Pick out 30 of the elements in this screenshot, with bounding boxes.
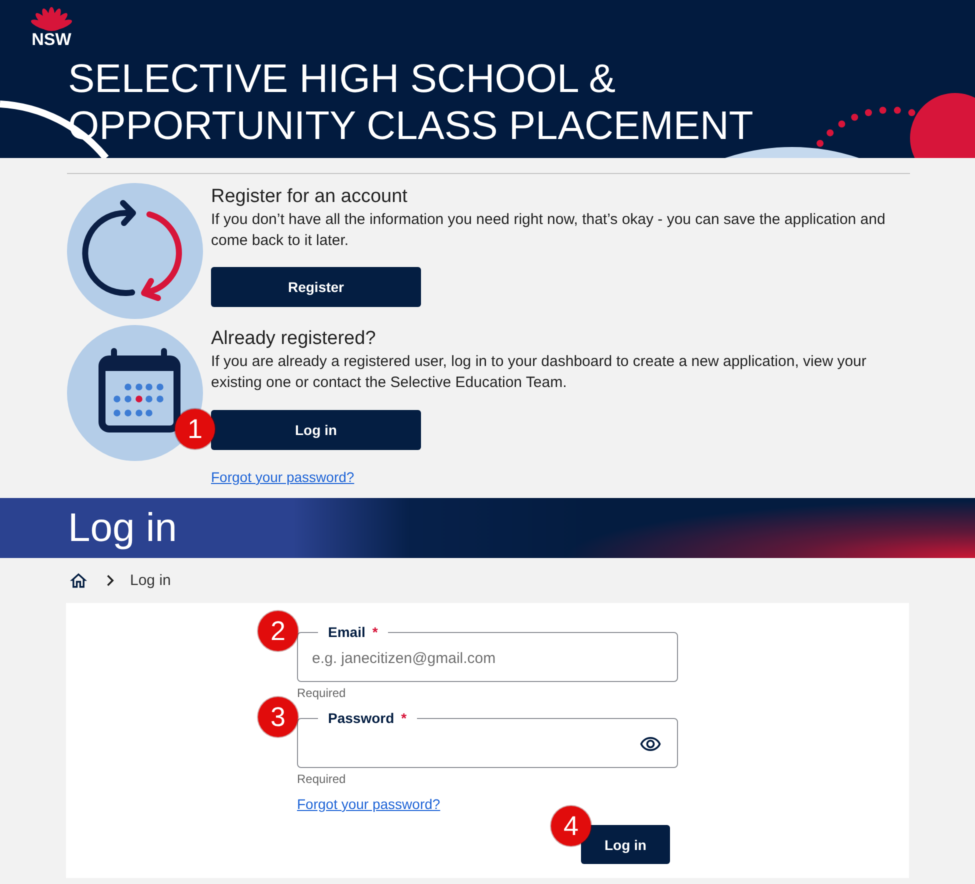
required-asterisk: * xyxy=(372,624,378,640)
email-input[interactable]: e.g. janecitizen@gmail.com xyxy=(312,641,663,675)
calendar-icon xyxy=(67,325,203,461)
banner-title: Log in xyxy=(68,505,177,552)
field-label: Password xyxy=(328,710,394,726)
register-button[interactable]: Register xyxy=(211,267,421,307)
step-marker: 3 xyxy=(258,697,298,737)
description: If you don’t have all the information you need right now, that’s okay - you can save the application and come back to it later. xyxy=(211,210,886,251)
circle-decoration xyxy=(910,93,975,158)
show-password-icon[interactable] xyxy=(640,737,661,751)
section-heading: Already registered? xyxy=(211,327,376,351)
chevron-icon xyxy=(107,575,114,586)
logo-text: NSW xyxy=(32,31,72,48)
step-marker: 4 xyxy=(551,806,591,846)
refresh-icon xyxy=(67,183,203,319)
breadcrumb-current: Log in xyxy=(130,572,171,589)
login-button[interactable]: Log in xyxy=(581,825,670,864)
waratah-icon xyxy=(30,5,73,31)
home-icon[interactable] xyxy=(70,573,87,588)
login-button[interactable]: Log in xyxy=(211,410,421,450)
required-asterisk: * xyxy=(401,710,407,726)
forgot-password-link[interactable]: Forgot your password? xyxy=(211,468,354,486)
section-heading: Register for an account xyxy=(211,185,408,209)
field-label: Email xyxy=(328,624,366,640)
step-marker: 2 xyxy=(258,611,298,651)
site-title: SELECTIVE HIGH SCHOOL & OPPORTUNITY CLASS PLACEMENT xyxy=(68,56,754,150)
field-hint: Required xyxy=(297,771,347,787)
field-hint: Required xyxy=(297,685,347,701)
description: If you are already a registered user, log in to your dashboard to create a new application, view your existing one or contact the Selective Education Team. xyxy=(211,352,868,393)
forgot-password-link[interactable]: Forgot your password? xyxy=(297,795,440,813)
